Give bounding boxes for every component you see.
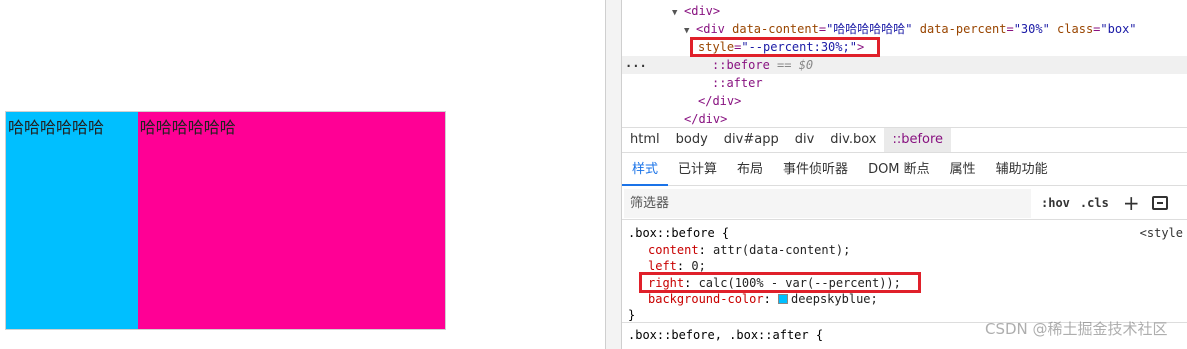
- rule-selector[interactable]: .box::before, .box::after {: [628, 327, 823, 343]
- tab-styles[interactable]: 样式: [622, 153, 669, 186]
- attr-value: "box": [1100, 22, 1137, 36]
- new-rule-plus-icon[interactable]: +: [1123, 191, 1140, 215]
- styles-filter-bar: :hov .cls +: [622, 187, 1187, 220]
- styles-tabbar: 样式 已计算 布局 事件侦听器 DOM 断点 属性 辅助功能: [622, 153, 1187, 186]
- breadcrumb-body[interactable]: body: [668, 128, 716, 152]
- tag-open: <div: [696, 22, 733, 36]
- pseudo-after: ::after: [712, 76, 763, 90]
- tab-computed[interactable]: 已计算: [668, 153, 727, 185]
- css-property-content[interactable]: content: attr(data-content);: [648, 242, 850, 258]
- dom-node-div-box[interactable]: ▼ <div data-content="哈哈哈哈哈哈" data-percent…: [684, 20, 1137, 38]
- breadcrumb-div-box[interactable]: div.box: [822, 128, 884, 152]
- tag-name: <div>: [684, 4, 721, 18]
- selected-row-highlight: [622, 56, 1187, 74]
- attr-name: class: [1057, 22, 1094, 36]
- box-before-pseudo: 哈哈哈哈哈哈: [6, 112, 138, 329]
- dom-node-div[interactable]: ▼ <div>: [672, 2, 720, 20]
- rule-source-link[interactable]: <style: [1140, 225, 1183, 241]
- dom-node-before[interactable]: ::before == $0: [712, 56, 813, 74]
- color-swatch-icon[interactable]: [778, 294, 789, 304]
- tag-close: </div>: [698, 94, 742, 108]
- attr-name: data-percent: [919, 22, 1007, 36]
- breadcrumb-before[interactable]: ::before: [884, 128, 952, 152]
- tag-close: </div>: [684, 112, 728, 126]
- demo-box: 哈哈哈哈哈哈 哈哈哈哈哈哈: [5, 111, 446, 330]
- breadcrumb-app[interactable]: div#app: [716, 128, 787, 152]
- watermark: CSDN @稀土掘金技术社区: [985, 320, 1168, 338]
- attr-name: data-content: [732, 22, 819, 36]
- devtools-panel: ... ▼ <div> ▼ <div data-content="哈哈哈哈哈哈" d…: [622, 0, 1187, 349]
- rule-selector[interactable]: .box::before {: [628, 225, 729, 241]
- box-text: 哈哈哈哈哈哈: [139, 118, 236, 137]
- rule-close-brace: }: [628, 308, 636, 322]
- selected-marker: == $0: [777, 58, 814, 72]
- expand-triangle-icon[interactable]: ▼: [672, 4, 684, 22]
- breadcrumb-html[interactable]: html: [622, 128, 668, 152]
- dom-node-close[interactable]: </div>: [684, 110, 727, 128]
- more-options-icon[interactable]: ...: [625, 56, 647, 70]
- hov-button[interactable]: :hov: [1041, 196, 1070, 210]
- css-property-background-color[interactable]: background-color: deepskyblue;: [648, 291, 878, 307]
- breadcrumb: html body div#app div div.box ::before: [622, 127, 1187, 153]
- tab-layout[interactable]: 布局: [727, 153, 773, 185]
- tab-accessibility[interactable]: 辅助功能: [986, 153, 1058, 185]
- cls-button[interactable]: .cls: [1080, 196, 1109, 210]
- highlight-box-style: [690, 37, 880, 57]
- toggle-sidebar-icon[interactable]: [1151, 196, 1168, 210]
- filter-input[interactable]: [624, 188, 1031, 218]
- elements-tree: ... ▼ <div> ▼ <div data-content="哈哈哈哈哈哈" d…: [622, 0, 1187, 127]
- breadcrumb-div[interactable]: div: [787, 128, 823, 152]
- tab-dom-breakpoints[interactable]: DOM 断点: [858, 153, 940, 185]
- pseudo-before: ::before: [712, 58, 770, 72]
- attr-value: "30%": [1013, 22, 1050, 36]
- dom-node-after[interactable]: ::after: [712, 74, 763, 92]
- panel-splitter[interactable]: [605, 0, 622, 349]
- dom-node-close[interactable]: </div>: [698, 92, 741, 110]
- tab-properties[interactable]: 属性: [940, 153, 986, 185]
- tab-event-listeners[interactable]: 事件侦听器: [773, 153, 858, 185]
- attr-value: "哈哈哈哈哈哈": [826, 22, 913, 36]
- highlight-box-right: [639, 272, 921, 293]
